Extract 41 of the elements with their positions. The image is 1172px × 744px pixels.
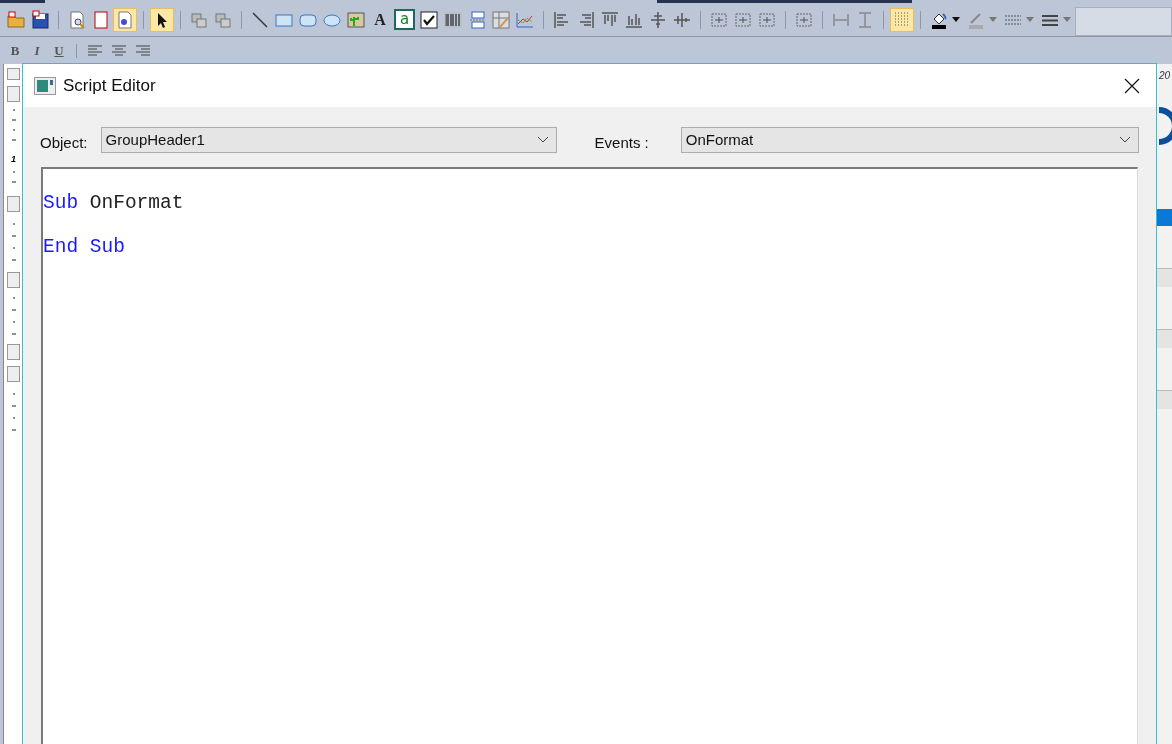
selected-row [1157, 209, 1172, 226]
picture-icon[interactable] [346, 9, 366, 30]
events-dropdown[interactable]: OnFormat [680, 126, 1139, 153]
page-icon[interactable] [91, 9, 111, 30]
ruler-handle[interactable] [7, 68, 20, 80]
caret-icon[interactable] [952, 17, 960, 22]
folder-icon[interactable] [6, 9, 26, 30]
chevron-down-icon [536, 136, 549, 143]
ruler-label: 1 [11, 154, 16, 164]
ruler-ticks-drawing [10, 294, 17, 338]
object-dropdown[interactable]: GroupHeader1 [100, 126, 557, 153]
ruler-handle[interactable] [7, 196, 20, 212]
grid-pencil-icon[interactable] [491, 9, 511, 30]
text-align-right-icon[interactable] [136, 44, 150, 57]
close-icon[interactable] [1124, 77, 1140, 94]
floppy-disk-icon[interactable] [30, 9, 50, 30]
chevron-down-icon [1118, 136, 1131, 143]
window-title: Script Editor [63, 75, 156, 96]
underline-button[interactable]: U [49, 40, 69, 61]
object-label: Object: [40, 134, 88, 151]
code-line: End Sub [43, 235, 125, 259]
toolbar-input-field[interactable] [1075, 7, 1172, 36]
text-align-left-icon[interactable] [88, 44, 102, 57]
ruler-label: 20 [1158, 69, 1172, 83]
ring-icon [1157, 106, 1172, 146]
code-editor[interactable]: Sub OnFormat End Sub [41, 167, 1138, 744]
center-vertical-icon[interactable] [648, 9, 668, 30]
page-magnifier-icon[interactable] [67, 9, 87, 30]
window-icon [34, 76, 56, 95]
ruler-handle[interactable] [7, 366, 20, 382]
ruler-handle[interactable] [7, 344, 20, 360]
checkbox-icon[interactable] [419, 9, 439, 30]
text-tool-button[interactable]: A [369, 8, 391, 31]
events-label: Events : [594, 134, 649, 151]
italic-button[interactable]: I [27, 40, 47, 61]
text-align-center-icon[interactable] [112, 44, 126, 57]
code-line: Sub OnFormat [43, 191, 184, 215]
ruler-handle[interactable] [7, 86, 20, 102]
bold-button[interactable]: B [5, 40, 25, 61]
field-tool-button[interactable]: a [394, 9, 415, 30]
ruler-handle[interactable] [7, 272, 20, 288]
